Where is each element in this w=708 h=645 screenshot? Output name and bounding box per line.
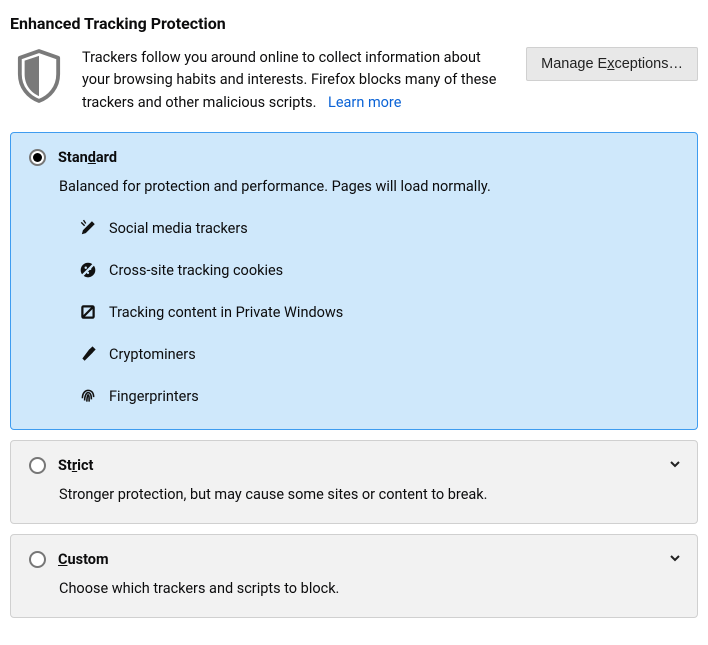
radio-standard[interactable] <box>29 149 46 166</box>
list-item-label: Social media trackers <box>109 220 248 237</box>
intro-text: Trackers follow you around online to col… <box>82 49 496 111</box>
chevron-down-icon[interactable] <box>669 457 683 471</box>
option-strict-title: Strict <box>58 457 93 474</box>
radio-strict[interactable] <box>29 457 46 474</box>
list-item: Tracking content in Private Windows <box>79 303 679 321</box>
tracking-content-icon <box>79 303 97 321</box>
option-standard[interactable]: Standard Balanced for protection and per… <box>10 132 698 430</box>
option-custom-title: Custom <box>58 551 109 568</box>
option-strict[interactable]: Strict Stronger protection, but may caus… <box>10 440 698 524</box>
intro-text-block: Trackers follow you around online to col… <box>82 47 512 114</box>
list-item-label: Cryptominers <box>109 346 196 363</box>
option-strict-desc: Stronger protection, but may cause some … <box>59 484 679 505</box>
option-custom[interactable]: Custom Choose which trackers and scripts… <box>10 534 698 618</box>
list-item: Cross-site tracking cookies <box>79 261 679 279</box>
social-tracker-icon <box>79 219 97 237</box>
option-standard-desc: Balanced for protection and performance.… <box>59 176 679 197</box>
section-heading: Enhanced Tracking Protection <box>10 14 698 33</box>
list-item-label: Cross-site tracking cookies <box>109 262 283 279</box>
shield-icon <box>10 47 68 113</box>
standard-tracker-list: Social media trackers Cross-site trackin… <box>79 219 679 405</box>
cryptominer-icon <box>79 345 97 363</box>
chevron-down-icon[interactable] <box>669 551 683 565</box>
list-item-label: Fingerprinters <box>109 388 199 405</box>
option-custom-header: Custom <box>29 551 679 568</box>
option-strict-header: Strict <box>29 457 679 474</box>
fingerprint-icon <box>79 387 97 405</box>
intro-row: Trackers follow you around online to col… <box>10 47 698 114</box>
list-item: Fingerprinters <box>79 387 679 405</box>
cookie-icon <box>79 261 97 279</box>
list-item: Social media trackers <box>79 219 679 237</box>
list-item-label: Tracking content in Private Windows <box>109 304 343 321</box>
option-custom-desc: Choose which trackers and scripts to blo… <box>59 578 679 599</box>
learn-more-link[interactable]: Learn more <box>328 94 401 111</box>
radio-custom[interactable] <box>29 551 46 568</box>
option-standard-header: Standard <box>29 149 679 166</box>
manage-exceptions-button[interactable]: Manage Exceptions… <box>526 47 698 81</box>
list-item: Cryptominers <box>79 345 679 363</box>
option-standard-title: Standard <box>58 149 117 166</box>
